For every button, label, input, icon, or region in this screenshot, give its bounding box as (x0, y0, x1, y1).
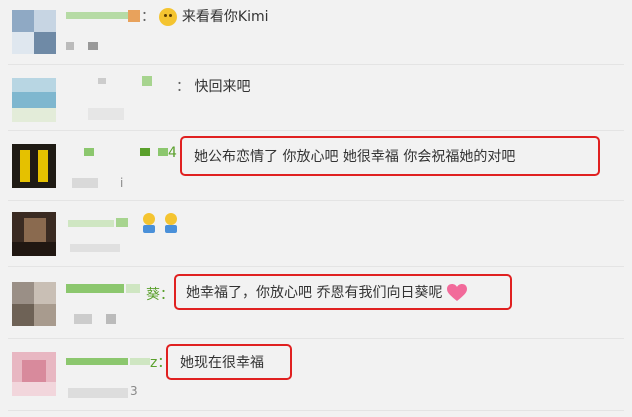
username-suffix[interactable]: 4 (168, 144, 177, 162)
avatar[interactable] (12, 144, 56, 188)
username-mosaic[interactable] (128, 10, 140, 22)
comment-row[interactable]: 4 她公布恋情了 你放心吧 她很幸福 你会祝福她的对吧 i (8, 130, 624, 201)
meta-mosaic (70, 244, 120, 252)
comment-list: ： 来看看你Kimi ： 快回来吧 4 她公布恋情了 你放心吧 她很幸福 你会祝… (0, 0, 632, 417)
comment-row[interactable] (8, 200, 624, 267)
avatar[interactable] (12, 78, 56, 122)
username-mosaic[interactable] (84, 148, 94, 156)
username-mosaic[interactable] (66, 12, 128, 19)
username-mosaic[interactable] (130, 358, 150, 365)
comment-text: 她现在很幸福 (180, 355, 264, 371)
meta-mosaic (106, 314, 116, 324)
avatar[interactable] (12, 212, 56, 256)
meta-mosaic (88, 108, 124, 120)
comment-text (138, 212, 184, 234)
username-mosaic[interactable] (68, 220, 114, 227)
smiley-face-icon (159, 8, 178, 26)
comment-text: 她公布恋情了 你放心吧 她很幸福 你会祝福她的对吧 (194, 149, 516, 165)
meta-mosaic (68, 388, 128, 398)
username-mosaic[interactable] (140, 148, 150, 156)
comment-row[interactable]: ： 快回来吧 (8, 64, 624, 131)
avatar[interactable] (12, 282, 56, 326)
username-mosaic[interactable] (116, 218, 128, 227)
comment-row[interactable]: 葵： 她幸福了，你放心吧 乔恩有我们向日葵呢 (8, 266, 624, 339)
comment-row[interactable]: ： 来看看你Kimi (8, 0, 624, 65)
username-suffix[interactable]: 葵： (146, 286, 174, 304)
meta-text: i (120, 176, 124, 190)
username-mosaic[interactable] (66, 284, 124, 293)
meta-mosaic (74, 314, 92, 324)
meta-text: 3 (130, 384, 138, 398)
avatar[interactable] (12, 10, 56, 54)
avatar[interactable] (12, 352, 56, 396)
comment-text: 她幸福了，你放心吧 乔恩有我们向日葵呢 (186, 284, 467, 302)
meta-mosaic (72, 178, 98, 188)
username-mosaic[interactable] (98, 78, 106, 84)
comment-row[interactable]: z： 她现在很幸福 3 (8, 338, 624, 411)
heart-icon (446, 284, 467, 301)
comment-text: ： 快回来吧 (176, 79, 251, 95)
username-mosaic[interactable] (126, 284, 140, 293)
username-mosaic[interactable] (142, 76, 152, 86)
meta-mosaic (66, 42, 74, 50)
comment-text: ： 来看看你Kimi (141, 8, 269, 26)
username-mosaic[interactable] (158, 148, 168, 156)
username-mosaic[interactable] (66, 358, 128, 365)
hugging-figures-icon (143, 213, 177, 233)
meta-mosaic (88, 42, 98, 50)
